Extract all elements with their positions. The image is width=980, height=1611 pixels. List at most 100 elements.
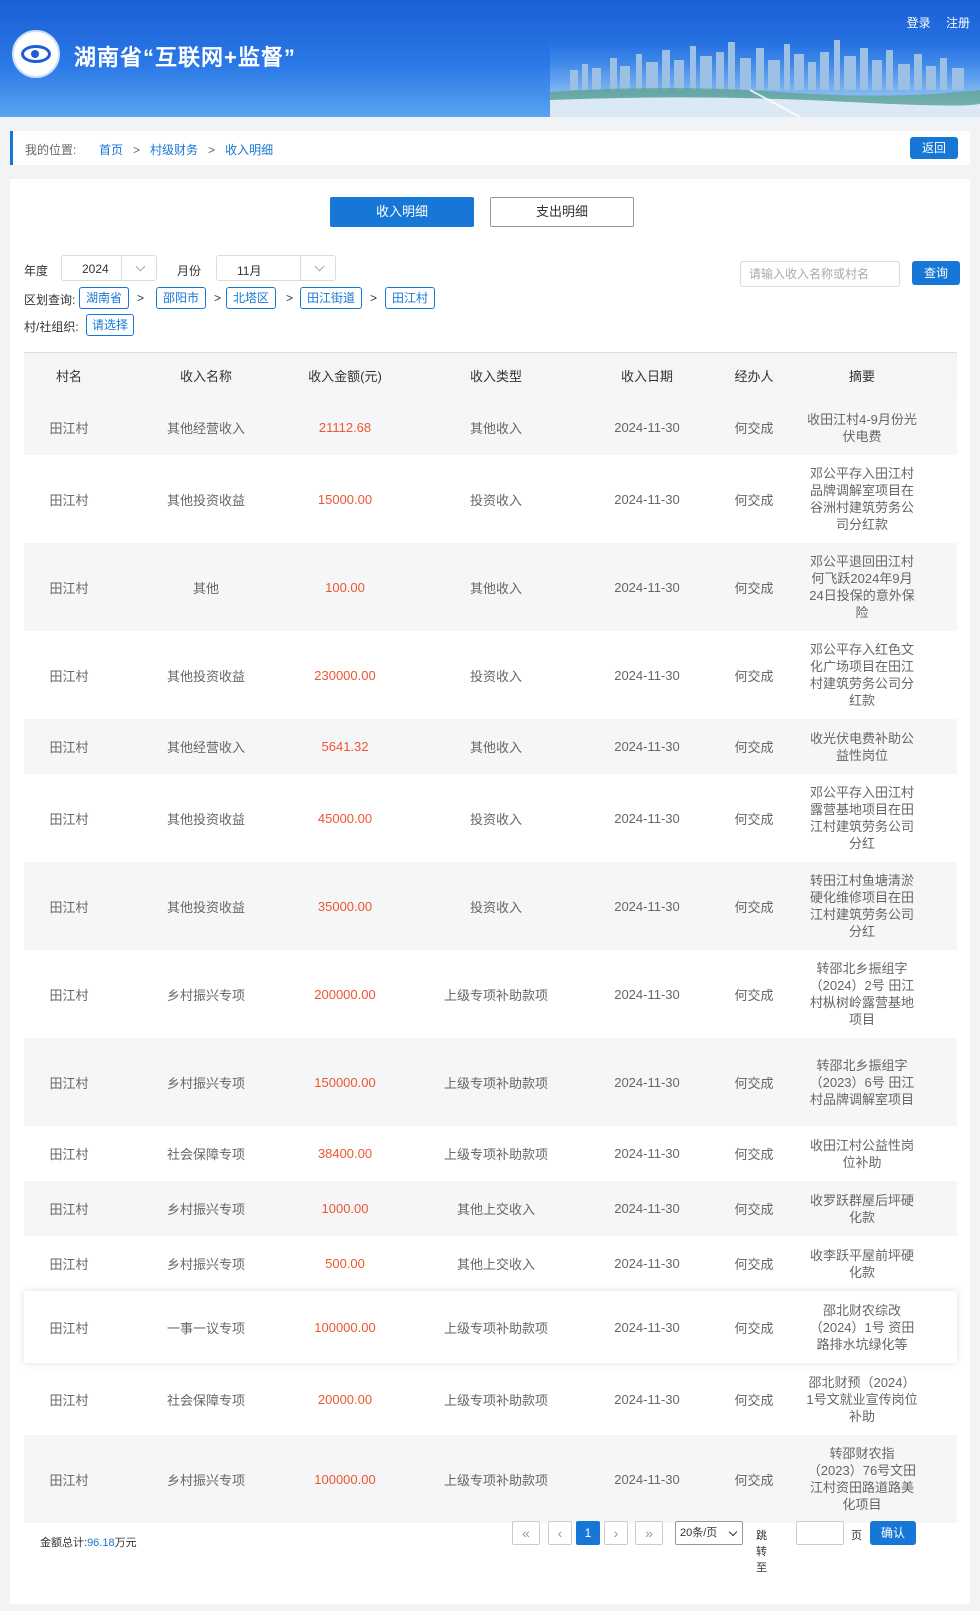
breadcrumb-income-detail[interactable]: 收入明细 (225, 143, 273, 157)
cell-amount: 45000.00 (317, 810, 373, 826)
select-divider (121, 256, 122, 280)
table-row[interactable]: 田江村 乡村振兴专项 1000.00 其他上交收入 2024-11-30 何交成 收罗跃群屋… (24, 1181, 957, 1236)
chevron-down-icon (135, 261, 146, 272)
breadcrumb-home[interactable]: 首页 (99, 143, 123, 157)
confirm-button[interactable]: 确认 (870, 1521, 916, 1545)
column-header: 收入名称 (179, 369, 232, 384)
cell-date: 2024-11-30 (614, 1391, 680, 1407)
org-select[interactable]: 请选择 (86, 314, 134, 336)
month-label: 月份 (177, 264, 202, 278)
cell-memo: 收罗跃群屋后坪硬化款 (809, 1192, 914, 1225)
cell-date: 2024-11-30 (614, 810, 680, 826)
cell-handler: 何交成 (734, 580, 774, 596)
auth-links: 登录 注册 (895, 14, 970, 31)
org-label: 村/社组织: (24, 320, 79, 334)
region-chip-city[interactable]: 邵阳市 (156, 287, 206, 309)
cell-name: 其他投资收益 (166, 899, 245, 915)
cell-type: 上级专项补助款项 (443, 1075, 548, 1091)
table-row[interactable]: 田江村 其他投资收益 230000.00 投资收入 2024-11-30 何交成 邓公平存入… (24, 631, 957, 719)
cell-date: 2024-11-30 (614, 420, 680, 435)
cell-amount: 15000.00 (317, 491, 373, 507)
table-row[interactable]: 田江村 社会保障专项 20000.00 上级专项补助款项 2024-11-30 何交成 邵北… (24, 1363, 957, 1435)
cell-amount: 150000.00 (314, 1074, 376, 1090)
main-panel: 收入明细 支出明细 年度 2024 月份 11月 查询 区划查询: 湖南省 > … (10, 179, 970, 1604)
cell-type: 其他收入 (469, 740, 522, 755)
back-button[interactable]: 返回 (910, 137, 958, 159)
cell-handler: 何交成 (734, 1202, 774, 1217)
prev-page-button[interactable]: ‹ (548, 1521, 572, 1545)
cell-memo: 收田江村4-9月份光伏电费 (807, 411, 917, 444)
total-value: 96.18 (87, 1537, 115, 1549)
cell-name: 乡村振兴专项 (166, 1202, 245, 1217)
page-size-select[interactable]: 20条/页 (675, 1521, 743, 1545)
cell-date: 2024-11-30 (614, 1256, 680, 1271)
cell-memo: 邓公平退回田江村何飞跃2024年9月24日投保的意外保险 (809, 554, 915, 620)
table-row[interactable]: 田江村 其他投资收益 45000.00 投资收入 2024-11-30 何交成 邓公平存入田… (24, 774, 957, 862)
table-row[interactable]: 田江村 其他经营收入 5641.32 其他收入 2024-11-30 何交成 收光伏电费补助… (24, 719, 957, 774)
current-page[interactable]: 1 (576, 1521, 600, 1545)
cell-date: 2024-11-30 (614, 1074, 680, 1090)
cell-type: 投资收入 (469, 811, 522, 827)
query-button[interactable]: 查询 (912, 261, 960, 285)
region-separator: > (137, 291, 145, 305)
cell-type: 其他上交收入 (456, 1257, 535, 1272)
cell-handler: 何交成 (734, 421, 774, 436)
breadcrumb-village-finance[interactable]: 村级财务 (150, 143, 198, 157)
table-row[interactable]: 田江村 乡村振兴专项 150000.00 上级专项补助款项 2024-11-30 何交成 转… (24, 1038, 957, 1126)
cell-name: 社会保障专项 (166, 1392, 245, 1408)
cell-name: 乡村振兴专项 (166, 1257, 245, 1272)
table-row[interactable]: 田江村 社会保障专项 38400.00 上级专项补助款项 2024-11-30 何交成 收田… (24, 1126, 957, 1181)
jump-page-input[interactable] (796, 1521, 844, 1545)
region-label: 区划查询: (24, 293, 76, 307)
page-size-value: 20条/页 (680, 1527, 718, 1539)
region-chip-province[interactable]: 湖南省 (79, 287, 129, 309)
cell-handler: 何交成 (734, 492, 774, 508)
cell-village: 田江村 (49, 580, 89, 596)
cell-name: 其他经营收入 (166, 740, 245, 755)
cell-amount: 230000.00 (314, 667, 376, 683)
jump-label: 跳转至 (756, 1530, 767, 1574)
cell-village: 田江村 (49, 668, 89, 684)
next-page-button[interactable]: › (604, 1521, 628, 1545)
total-unit: 万元 (114, 1537, 137, 1549)
cell-type: 投资收入 (469, 492, 522, 508)
region-chip-district[interactable]: 北塔区 (226, 287, 276, 309)
table-row[interactable]: 田江村 其他投资收益 35000.00 投资收入 2024-11-30 何交成 转田江村鱼塘… (24, 862, 957, 950)
table-row[interactable]: 田江村 一事一议专项 100000.00 上级专项补助款项 2024-11-30 何交成 邵… (24, 1291, 957, 1363)
table-row[interactable]: 田江村 乡村振兴专项 200000.00 上级专项补助款项 2024-11-30 何交成 转… (24, 950, 957, 1038)
first-page-button[interactable]: « (512, 1521, 540, 1545)
cell-memo: 转邵财农指（2023）76号文田江村资田路道路美化项目 (807, 1446, 917, 1512)
tab-income-detail[interactable]: 收入明细 (330, 197, 474, 227)
year-select[interactable]: 2024 (61, 255, 157, 281)
table-row[interactable]: 田江村 其他投资收益 15000.00 投资收入 2024-11-30 何交成 邓公平存入田… (24, 455, 957, 543)
cell-date: 2024-11-30 (614, 1319, 680, 1335)
select-divider (300, 256, 301, 280)
tab-expense-detail[interactable]: 支出明细 (490, 197, 634, 227)
cell-date: 2024-11-30 (614, 667, 680, 683)
table-row[interactable]: 田江村 其他经营收入 21112.68 其他收入 2024-11-30 何交成 收田江村4-… (24, 400, 957, 455)
column-header: 收入类型 (469, 369, 522, 384)
table-row[interactable]: 田江村 乡村振兴专项 500.00 其他上交收入 2024-11-30 何交成 收李跃平屋前… (24, 1236, 957, 1291)
month-select[interactable]: 11月 (216, 255, 336, 281)
cell-date: 2024-11-30 (614, 986, 680, 1002)
cell-type: 投资收入 (469, 899, 522, 915)
register-link[interactable]: 注册 (946, 16, 970, 30)
site-header: 湖南省“互联网+监督” 登录 注册 (0, 0, 980, 117)
cell-date: 2024-11-30 (614, 579, 680, 595)
table-row[interactable]: 田江村 其他 100.00 其他收入 2024-11-30 何交成 邓公平退回田江村何飞跃2… (24, 543, 957, 631)
cell-memo: 邵北财农综改（2024）1号 资田路排水坑绿化等 (809, 1302, 915, 1352)
cell-type: 其他收入 (469, 421, 522, 436)
region-chip-street[interactable]: 田江街道 (300, 287, 362, 309)
column-header: 村名 (55, 369, 82, 384)
cell-memo: 邓公平存入田江村品牌调解室项目在谷洲村建筑劳务公司分红款 (809, 466, 914, 532)
region-chip-village[interactable]: 田江村 (385, 287, 435, 309)
table-row[interactable]: 田江村 乡村振兴专项 100000.00 上级专项补助款项 2024-11-30 何交成 转… (24, 1435, 957, 1523)
cell-handler: 何交成 (734, 811, 774, 827)
region-separator: > (370, 291, 378, 305)
login-link[interactable]: 登录 (907, 16, 931, 30)
cell-date: 2024-11-30 (614, 1146, 680, 1161)
column-header: 收入金额(元) (308, 369, 382, 384)
search-input[interactable] (740, 261, 900, 287)
last-page-button[interactable]: » (635, 1521, 663, 1545)
page-unit-label: 页 (851, 1530, 862, 1542)
